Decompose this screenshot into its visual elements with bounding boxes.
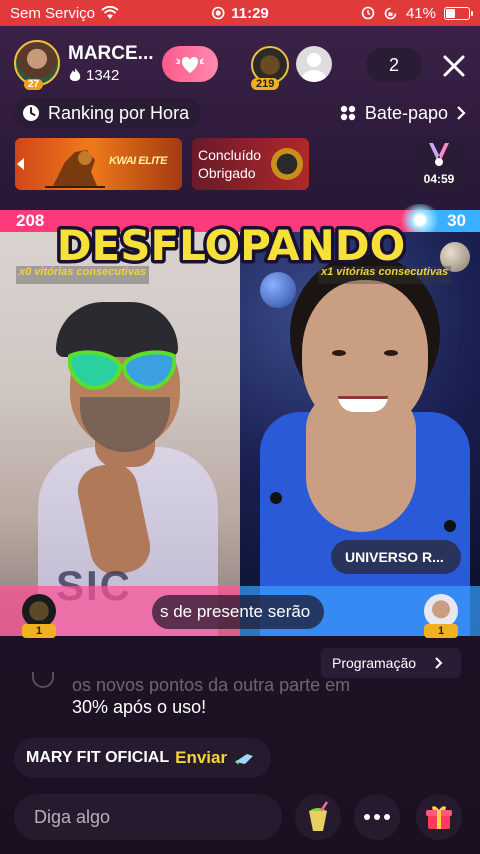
host-level-badge: 27: [24, 79, 44, 90]
ticker-text: s de presente serão: [160, 602, 311, 621]
medal-icon: [271, 148, 303, 180]
more-button[interactable]: [354, 794, 400, 840]
close-icon[interactable]: [440, 52, 468, 80]
pk-timer: 04:59: [423, 172, 455, 186]
clock-group: 11:29: [211, 5, 269, 22]
host-cap: [56, 302, 178, 357]
opponent-eye: [332, 350, 346, 356]
viewer-count: 2: [388, 54, 399, 75]
battery-icon: [444, 6, 473, 20]
left-rank-badge: 1: [22, 624, 56, 638]
pk-timer-button[interactable]: 04:59: [415, 138, 463, 190]
host-beard: [80, 397, 170, 452]
gift-send-label: Enviar: [175, 748, 228, 767]
left-top-gifter[interactable]: 1: [22, 594, 56, 638]
viewer-avatar-default[interactable]: [296, 46, 332, 82]
schedule-button[interactable]: Programação: [321, 648, 461, 678]
host-avatar[interactable]: 27: [14, 40, 60, 90]
flame-icon: [69, 68, 81, 81]
gift-message: MARY FIT OFICIAL Enviar: [14, 738, 272, 778]
comment-input[interactable]: Diga algo: [14, 794, 282, 840]
host-text: MARCE... 1342: [68, 43, 154, 84]
chevron-right-icon: [457, 106, 466, 120]
comment-placeholder: Diga algo: [34, 806, 111, 827]
pk-title-text: DESFLOPANDO: [57, 221, 406, 270]
lion-icon: [45, 150, 105, 188]
opponent-eye: [384, 350, 398, 356]
wifi-icon: [101, 6, 119, 19]
ranking-label: Ranking por Hora: [48, 102, 190, 123]
pk-left-score: 208: [16, 211, 45, 230]
battery-percent: 41%: [405, 4, 436, 22]
host-video[interactable]: SIC: [0, 232, 240, 636]
top-viewer-badge: 219: [251, 78, 280, 90]
more-icon: [364, 814, 390, 820]
host-score-row: 1342: [68, 67, 154, 84]
status-bar: Sem Serviço 11:29 41%: [0, 0, 480, 26]
status-time: 11:29: [231, 4, 269, 22]
status-right: 41%: [361, 4, 473, 22]
pk-vs-icon: [429, 143, 449, 166]
ticker-message: s de presente serão: [152, 595, 324, 629]
shirt-button: [270, 492, 282, 504]
top-viewer-avatar[interactable]: 219: [251, 46, 289, 90]
alarm-icon: [361, 6, 375, 20]
banner-left-arrow-icon: [17, 158, 24, 170]
rocket-gift-icon: [235, 754, 254, 765]
schedule-label: Programação: [332, 655, 417, 671]
carrier-label: Sem Serviço: [10, 4, 96, 22]
clock-icon: [23, 105, 39, 121]
right-rank-badge: 1: [424, 624, 458, 638]
kwai-elite-label: KWAI ELITE: [109, 155, 167, 167]
drink-icon: [309, 801, 329, 831]
host-score: 1342: [86, 66, 120, 84]
shirt-button: [444, 520, 456, 532]
chat-toggle-button[interactable]: Bate-papo: [335, 98, 470, 128]
follow-button[interactable]: [162, 46, 218, 82]
host-name: MARCE...: [68, 42, 154, 64]
gift-button[interactable]: [416, 794, 462, 840]
pk-title: DESFLOPANDO: [56, 218, 406, 274]
record-icon: [211, 6, 225, 20]
pk-right-score: 30: [447, 211, 466, 230]
ranking-button[interactable]: Ranking por Hora: [14, 98, 202, 128]
system-message-text: 30% após o uso!: [72, 697, 207, 717]
rotation-lock-icon: [384, 7, 397, 19]
opponent-video[interactable]: [240, 232, 480, 636]
gift-username: MARY FIT OFICIAL: [26, 749, 170, 766]
chat-grid-icon: [340, 105, 356, 121]
kwai-elite-banner[interactable]: KWAI ELITE: [15, 138, 182, 190]
gift-icon: [426, 806, 452, 829]
heart-wings-icon: [175, 57, 205, 73]
chevron-right-icon: [435, 657, 443, 669]
system-message: os novos pontos da outra parte em 30% ap…: [22, 672, 442, 720]
chat-label: Bate-papo: [364, 102, 448, 123]
drink-gift-button[interactable]: [295, 794, 341, 840]
opponent-name-tag[interactable]: UNIVERSO R...: [331, 540, 461, 574]
planet-decoration: [260, 272, 296, 308]
mission-complete-banner[interactable]: Concluído Obrigado: [192, 138, 309, 190]
alien-glasses-icon: [68, 350, 176, 390]
opponent-name: UNIVERSO R...: [345, 549, 444, 565]
host-info[interactable]: 27 MARCE... 1342: [14, 40, 154, 90]
viewer-count-button[interactable]: 2: [366, 48, 422, 82]
right-top-gifter[interactable]: 1: [424, 594, 458, 638]
carrier-group: Sem Serviço: [10, 5, 119, 22]
